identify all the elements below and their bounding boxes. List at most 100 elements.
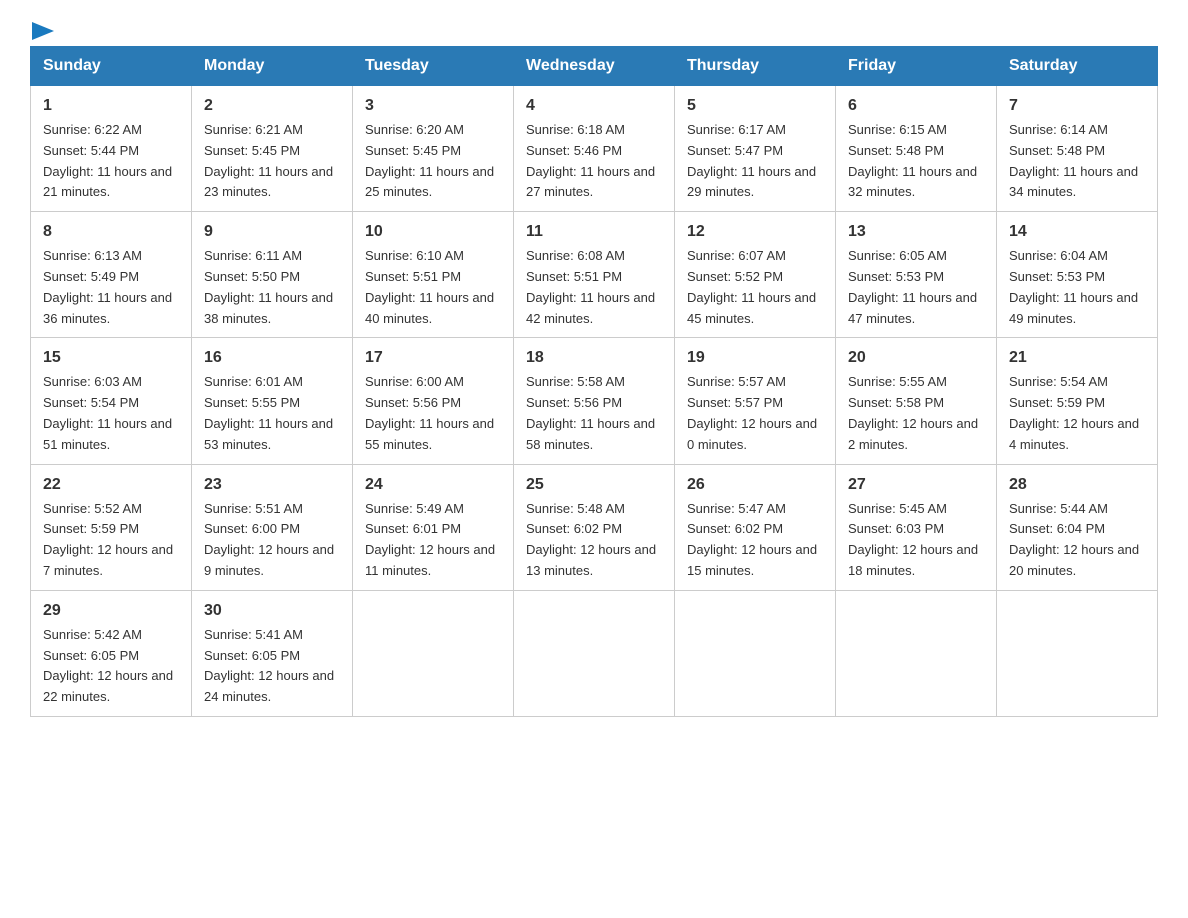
day-number: 15 [43,346,179,370]
col-thursday: Thursday [675,47,836,86]
table-row: 10Sunrise: 6:10 AMSunset: 5:51 PMDayligh… [353,212,514,338]
table-row: 4Sunrise: 6:18 AMSunset: 5:46 PMDaylight… [514,86,675,212]
day-number: 5 [687,94,823,118]
logo [30,20,54,36]
day-number: 20 [848,346,984,370]
table-row: 12Sunrise: 6:07 AMSunset: 5:52 PMDayligh… [675,212,836,338]
day-info: Sunrise: 5:57 AMSunset: 5:57 PMDaylight:… [687,372,823,455]
day-info: Sunrise: 5:42 AMSunset: 6:05 PMDaylight:… [43,625,179,708]
day-number: 29 [43,599,179,623]
col-friday: Friday [836,47,997,86]
col-monday: Monday [192,47,353,86]
day-number: 17 [365,346,501,370]
table-row: 28Sunrise: 5:44 AMSunset: 6:04 PMDayligh… [997,464,1158,590]
table-row [353,590,514,716]
day-number: 6 [848,94,984,118]
day-info: Sunrise: 6:10 AMSunset: 5:51 PMDaylight:… [365,246,501,329]
table-row: 19Sunrise: 5:57 AMSunset: 5:57 PMDayligh… [675,338,836,464]
table-row [836,590,997,716]
day-info: Sunrise: 5:41 AMSunset: 6:05 PMDaylight:… [204,625,340,708]
day-number: 9 [204,220,340,244]
day-number: 22 [43,473,179,497]
day-info: Sunrise: 5:58 AMSunset: 5:56 PMDaylight:… [526,372,662,455]
table-row: 16Sunrise: 6:01 AMSunset: 5:55 PMDayligh… [192,338,353,464]
table-row: 25Sunrise: 5:48 AMSunset: 6:02 PMDayligh… [514,464,675,590]
day-info: Sunrise: 6:15 AMSunset: 5:48 PMDaylight:… [848,120,984,203]
logo-triangle-icon [32,22,54,40]
page-header [30,20,1158,36]
table-row: 22Sunrise: 5:52 AMSunset: 5:59 PMDayligh… [31,464,192,590]
table-row: 7Sunrise: 6:14 AMSunset: 5:48 PMDaylight… [997,86,1158,212]
day-number: 11 [526,220,662,244]
table-row: 21Sunrise: 5:54 AMSunset: 5:59 PMDayligh… [997,338,1158,464]
day-number: 19 [687,346,823,370]
day-number: 2 [204,94,340,118]
table-row: 27Sunrise: 5:45 AMSunset: 6:03 PMDayligh… [836,464,997,590]
day-number: 16 [204,346,340,370]
day-info: Sunrise: 6:13 AMSunset: 5:49 PMDaylight:… [43,246,179,329]
col-saturday: Saturday [997,47,1158,86]
day-number: 4 [526,94,662,118]
day-number: 25 [526,473,662,497]
day-number: 14 [1009,220,1145,244]
table-row: 30Sunrise: 5:41 AMSunset: 6:05 PMDayligh… [192,590,353,716]
calendar-header-row: Sunday Monday Tuesday Wednesday Thursday… [31,47,1158,86]
day-info: Sunrise: 6:18 AMSunset: 5:46 PMDaylight:… [526,120,662,203]
table-row [514,590,675,716]
table-row: 20Sunrise: 5:55 AMSunset: 5:58 PMDayligh… [836,338,997,464]
day-number: 10 [365,220,501,244]
day-number: 27 [848,473,984,497]
day-number: 3 [365,94,501,118]
day-number: 8 [43,220,179,244]
table-row: 11Sunrise: 6:08 AMSunset: 5:51 PMDayligh… [514,212,675,338]
table-row: 29Sunrise: 5:42 AMSunset: 6:05 PMDayligh… [31,590,192,716]
day-info: Sunrise: 5:51 AMSunset: 6:00 PMDaylight:… [204,499,340,582]
day-number: 7 [1009,94,1145,118]
day-number: 13 [848,220,984,244]
day-info: Sunrise: 6:04 AMSunset: 5:53 PMDaylight:… [1009,246,1145,329]
col-tuesday: Tuesday [353,47,514,86]
calendar-week-row: 1Sunrise: 6:22 AMSunset: 5:44 PMDaylight… [31,86,1158,212]
table-row: 6Sunrise: 6:15 AMSunset: 5:48 PMDaylight… [836,86,997,212]
table-row: 3Sunrise: 6:20 AMSunset: 5:45 PMDaylight… [353,86,514,212]
table-row: 26Sunrise: 5:47 AMSunset: 6:02 PMDayligh… [675,464,836,590]
day-info: Sunrise: 5:45 AMSunset: 6:03 PMDaylight:… [848,499,984,582]
day-info: Sunrise: 6:17 AMSunset: 5:47 PMDaylight:… [687,120,823,203]
table-row: 5Sunrise: 6:17 AMSunset: 5:47 PMDaylight… [675,86,836,212]
calendar-week-row: 22Sunrise: 5:52 AMSunset: 5:59 PMDayligh… [31,464,1158,590]
col-wednesday: Wednesday [514,47,675,86]
table-row [675,590,836,716]
table-row: 17Sunrise: 6:00 AMSunset: 5:56 PMDayligh… [353,338,514,464]
table-row: 24Sunrise: 5:49 AMSunset: 6:01 PMDayligh… [353,464,514,590]
day-info: Sunrise: 6:11 AMSunset: 5:50 PMDaylight:… [204,246,340,329]
day-info: Sunrise: 5:44 AMSunset: 6:04 PMDaylight:… [1009,499,1145,582]
day-info: Sunrise: 5:48 AMSunset: 6:02 PMDaylight:… [526,499,662,582]
day-info: Sunrise: 6:22 AMSunset: 5:44 PMDaylight:… [43,120,179,203]
day-number: 28 [1009,473,1145,497]
calendar-week-row: 29Sunrise: 5:42 AMSunset: 6:05 PMDayligh… [31,590,1158,716]
day-info: Sunrise: 6:14 AMSunset: 5:48 PMDaylight:… [1009,120,1145,203]
day-number: 30 [204,599,340,623]
day-number: 26 [687,473,823,497]
day-number: 23 [204,473,340,497]
table-row: 14Sunrise: 6:04 AMSunset: 5:53 PMDayligh… [997,212,1158,338]
day-number: 1 [43,94,179,118]
day-info: Sunrise: 5:52 AMSunset: 5:59 PMDaylight:… [43,499,179,582]
day-info: Sunrise: 5:47 AMSunset: 6:02 PMDaylight:… [687,499,823,582]
col-sunday: Sunday [31,47,192,86]
day-number: 18 [526,346,662,370]
day-info: Sunrise: 6:08 AMSunset: 5:51 PMDaylight:… [526,246,662,329]
day-info: Sunrise: 5:49 AMSunset: 6:01 PMDaylight:… [365,499,501,582]
table-row: 2Sunrise: 6:21 AMSunset: 5:45 PMDaylight… [192,86,353,212]
day-info: Sunrise: 6:20 AMSunset: 5:45 PMDaylight:… [365,120,501,203]
day-info: Sunrise: 6:05 AMSunset: 5:53 PMDaylight:… [848,246,984,329]
table-row: 9Sunrise: 6:11 AMSunset: 5:50 PMDaylight… [192,212,353,338]
table-row: 8Sunrise: 6:13 AMSunset: 5:49 PMDaylight… [31,212,192,338]
table-row: 15Sunrise: 6:03 AMSunset: 5:54 PMDayligh… [31,338,192,464]
day-number: 12 [687,220,823,244]
calendar-week-row: 15Sunrise: 6:03 AMSunset: 5:54 PMDayligh… [31,338,1158,464]
day-info: Sunrise: 6:07 AMSunset: 5:52 PMDaylight:… [687,246,823,329]
table-row [997,590,1158,716]
calendar-table: Sunday Monday Tuesday Wednesday Thursday… [30,46,1158,717]
day-number: 24 [365,473,501,497]
